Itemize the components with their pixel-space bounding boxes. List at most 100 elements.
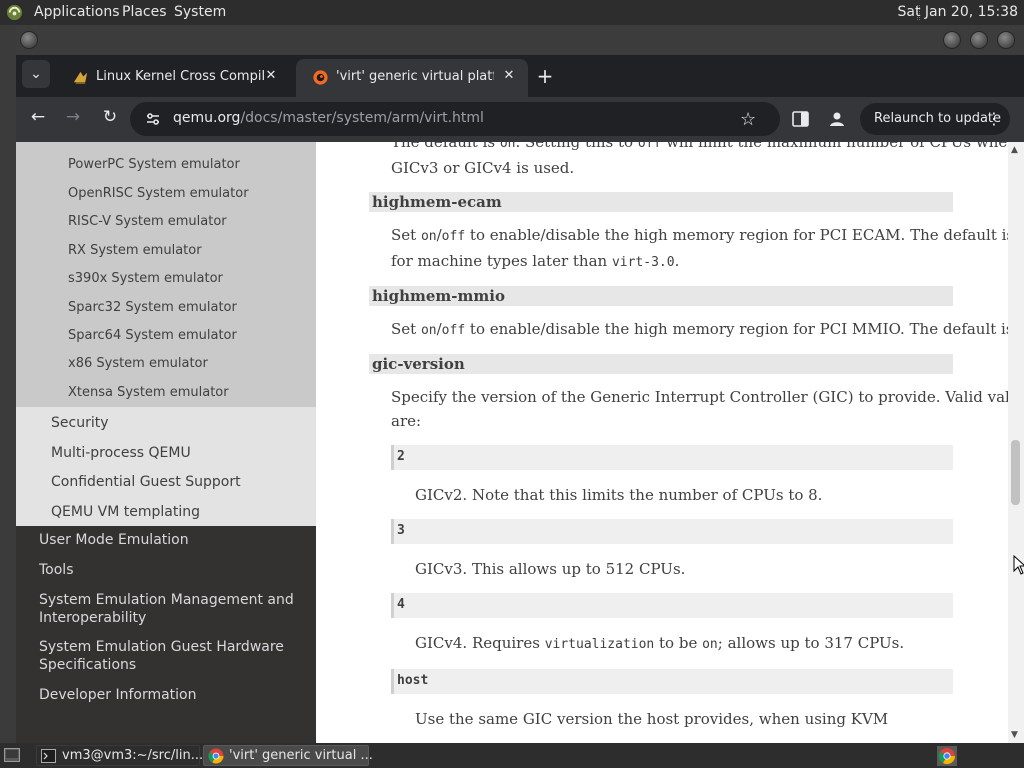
value-label-3: 3 bbox=[397, 523, 405, 538]
forward-arrow-icon[interactable]: → bbox=[61, 107, 85, 127]
definition-text: are: bbox=[391, 412, 422, 430]
sidebar-item-management[interactable]: System Emulation Management and Interope… bbox=[39, 591, 304, 627]
scroll-down-arrow-icon[interactable]: ▼ bbox=[1011, 730, 1018, 740]
tab-search-button[interactable]: ⌄ bbox=[22, 60, 50, 88]
sidebar-item-confidential-guest[interactable]: Confidential Guest Support bbox=[51, 474, 241, 490]
sidebar-item-riscv[interactable]: RISC-V System emulator bbox=[68, 214, 227, 229]
close-tab-icon[interactable]: ✕ bbox=[262, 68, 280, 83]
sidebar-item-security[interactable]: Security bbox=[51, 415, 109, 431]
taskbar-item-label: vm3@vm3:~/src/lin... bbox=[62, 748, 204, 763]
term-highmem-ecam: highmem-ecam bbox=[372, 193, 502, 211]
browser-toolbar: ← → ↻ qemu.org/docs/master/system/arm/vi… bbox=[16, 97, 1024, 142]
definition-text: for machine types later than virt-3.0. bbox=[391, 252, 680, 270]
tab-strip: ⌄ Linux Kernel Cross Compilatio ✕ 'virt'… bbox=[16, 55, 1024, 97]
kernel-favicon-icon bbox=[73, 71, 88, 84]
definition-term: highmem-mmio bbox=[369, 286, 953, 306]
definition-text: Set on/off to enable/disable the high me… bbox=[391, 320, 1024, 338]
side-panel-icon[interactable] bbox=[792, 111, 809, 127]
chrome-tray-icon[interactable] bbox=[937, 746, 957, 766]
chrome-icon bbox=[208, 748, 224, 764]
profile-icon[interactable] bbox=[827, 109, 847, 129]
url-path: /docs/master/system/arm/virt.html bbox=[240, 110, 484, 126]
value-term: 4 bbox=[391, 593, 953, 618]
vertical-scrollbar[interactable]: ▲ ▼ bbox=[1008, 142, 1024, 743]
distro-logo-icon[interactable] bbox=[5, 3, 24, 22]
system-menu[interactable]: System bbox=[174, 4, 226, 20]
taskbar-item-label: 'virt' generic virtual ... bbox=[229, 748, 373, 763]
sidebar-item-xtensa[interactable]: Xtensa System emulator bbox=[68, 385, 229, 400]
tab-virt-platform[interactable]: 'virt' generic virtual platform ✕ bbox=[296, 59, 528, 97]
top-panel: Applications Places System Sat Jan 20, 1… bbox=[0, 0, 1024, 25]
sidebar-item-sparc32[interactable]: Sparc32 System emulator bbox=[68, 300, 237, 315]
sidebar-item-x86[interactable]: x86 System emulator bbox=[68, 356, 208, 371]
chevron-down-icon: ⌄ bbox=[30, 66, 42, 82]
doc-content: The default is on. Setting this to off w… bbox=[316, 142, 1024, 743]
value-label-4: 4 bbox=[397, 597, 405, 612]
value-term: 3 bbox=[391, 519, 953, 544]
window-titlebar[interactable] bbox=[16, 25, 1024, 55]
definition-term: highmem-ecam bbox=[369, 192, 953, 212]
maximize-button[interactable] bbox=[970, 31, 988, 49]
definition-text: Set on/off to enable/disable the high me… bbox=[391, 226, 1024, 244]
value-label-2: 2 bbox=[397, 449, 405, 464]
terminal-icon bbox=[41, 749, 56, 763]
sidebar-item-s390x[interactable]: s390x System emulator bbox=[68, 271, 223, 286]
definition-term: gic-version bbox=[369, 354, 953, 374]
sidebar-item-rx[interactable]: RX System emulator bbox=[68, 243, 202, 258]
close-tab-icon[interactable]: ✕ bbox=[500, 68, 518, 83]
scroll-thumb[interactable] bbox=[1011, 440, 1020, 505]
sidebar-item-developer[interactable]: Developer Information bbox=[39, 686, 304, 704]
tab-title: Linux Kernel Cross Compilatio bbox=[96, 69, 264, 84]
sidebar-item-vm-templating[interactable]: QEMU VM templating bbox=[51, 504, 200, 520]
address-bar[interactable]: qemu.org/docs/master/system/arm/virt.htm… bbox=[130, 102, 780, 136]
minimize-button[interactable] bbox=[943, 31, 961, 49]
url-text[interactable]: qemu.org/docs/master/system/arm/virt.htm… bbox=[173, 110, 484, 126]
mouse-pointer-icon bbox=[1013, 555, 1024, 575]
definition-text: Specify the version of the Generic Inter… bbox=[391, 388, 1024, 406]
url-domain: qemu.org bbox=[173, 110, 241, 126]
reload-icon[interactable]: ↻ bbox=[98, 107, 122, 127]
tune-icon[interactable] bbox=[144, 110, 162, 128]
value-description: Use the same GIC version the host provid… bbox=[415, 710, 889, 728]
sidebar-item-powerpc[interactable]: PowerPC System emulator bbox=[68, 157, 240, 172]
relaunch-label: Relaunch to update bbox=[874, 111, 1002, 126]
bottom-taskbar: vm3@vm3:~/src/lin... 'virt' generic virt… bbox=[0, 743, 1024, 768]
term-gic-version: gic-version bbox=[372, 355, 465, 373]
value-description: GICv3. This allows up to 512 CPUs. bbox=[415, 560, 686, 578]
close-window-button[interactable] bbox=[997, 31, 1015, 49]
relaunch-to-update-button[interactable]: Relaunch to update ⋮ bbox=[860, 103, 1010, 135]
taskbar-item-terminal[interactable]: vm3@vm3:~/src/lin... bbox=[36, 745, 204, 766]
back-arrow-icon[interactable]: ← bbox=[26, 107, 50, 127]
paragraph-default-text: GICv3 or GICv4 is used. bbox=[391, 159, 575, 177]
value-term: host bbox=[391, 669, 953, 694]
value-description: GICv2. Note that this limits the number … bbox=[415, 486, 823, 504]
value-term: 2 bbox=[391, 445, 953, 470]
window-menu-button[interactable] bbox=[20, 31, 38, 49]
sidebar-level3-group: PowerPC System emulator OpenRISC System … bbox=[16, 142, 316, 407]
tab-linux-kernel[interactable]: Linux Kernel Cross Compilatio ✕ bbox=[56, 59, 294, 97]
docs-sidebar: PowerPC System emulator OpenRISC System … bbox=[16, 142, 316, 743]
applications-menu[interactable]: Applications bbox=[34, 4, 120, 20]
sidebar-item-openrisc[interactable]: OpenRISC System emulator bbox=[68, 186, 249, 201]
sidebar-item-sparc64[interactable]: Sparc64 System emulator bbox=[68, 328, 237, 343]
value-description: GICv4. Requires virtualization to be on;… bbox=[415, 634, 905, 652]
clock[interactable]: Sat Jan 20, 15:38 bbox=[898, 4, 1019, 20]
star-icon[interactable]: ☆ bbox=[740, 109, 756, 130]
sidebar-item-multiprocess[interactable]: Multi-process QEMU bbox=[51, 445, 191, 461]
qemu-favicon-icon bbox=[313, 70, 328, 85]
tab-title: 'virt' generic virtual platform bbox=[336, 69, 494, 84]
sidebar-item-user-mode[interactable]: User Mode Emulation bbox=[39, 531, 304, 549]
sidebar-item-tools[interactable]: Tools bbox=[39, 561, 304, 579]
kebab-menu-icon[interactable]: ⋮ bbox=[986, 109, 1002, 128]
sidebar-level2-group: Security Multi-process QEMU Confidential… bbox=[16, 407, 316, 526]
scroll-up-arrow-icon[interactable]: ▲ bbox=[1011, 145, 1018, 155]
value-label-host: host bbox=[397, 673, 429, 688]
web-page: PowerPC System emulator OpenRISC System … bbox=[16, 142, 1024, 743]
term-highmem-mmio: highmem-mmio bbox=[372, 287, 505, 305]
browser-window: ⌄ Linux Kernel Cross Compilatio ✕ 'virt'… bbox=[16, 25, 1024, 743]
new-tab-button[interactable]: + bbox=[534, 64, 556, 88]
taskbar-item-chrome[interactable]: 'virt' generic virtual ... bbox=[203, 745, 373, 766]
sidebar-item-guest-hardware[interactable]: System Emulation Guest Hardware Specific… bbox=[39, 638, 304, 674]
show-desktop-icon[interactable] bbox=[4, 748, 20, 762]
places-menu[interactable]: Places bbox=[122, 4, 167, 20]
